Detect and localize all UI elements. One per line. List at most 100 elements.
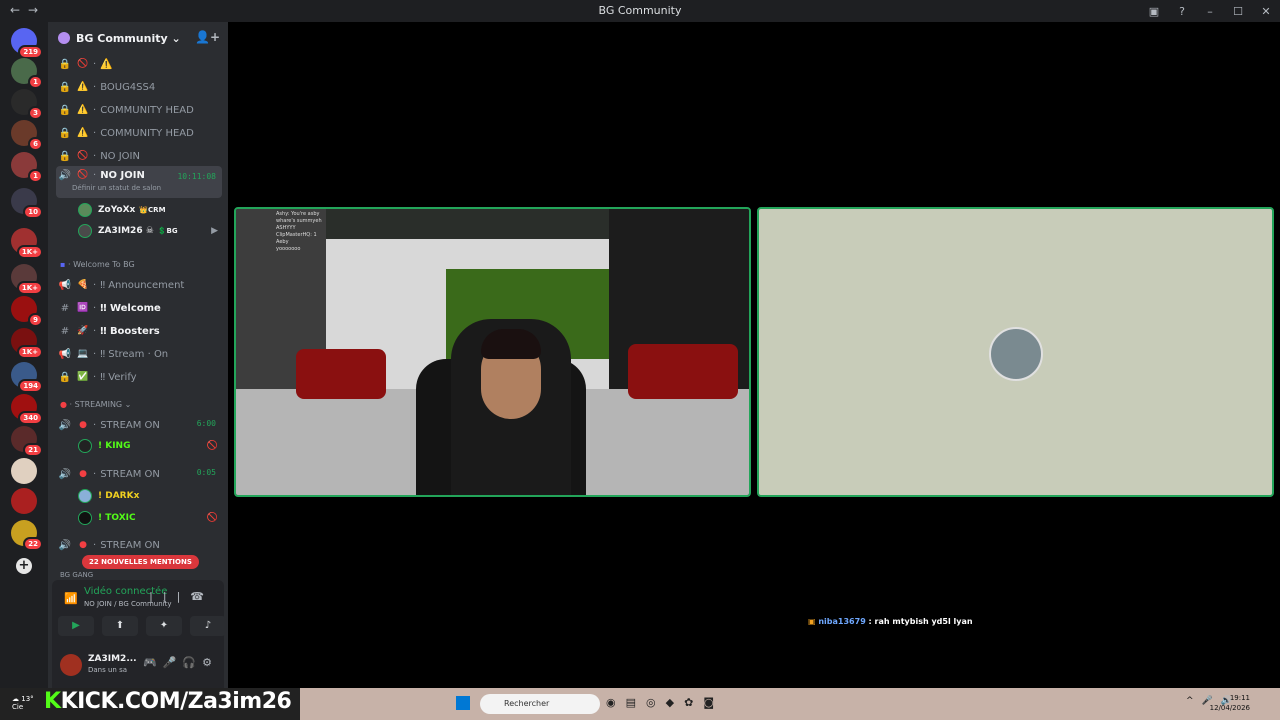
server-icon[interactable]: 1K+	[11, 264, 43, 295]
chatgpt-icon[interactable]: ✿	[684, 696, 703, 709]
weather-widget[interactable]: ☁ 13° Cie	[12, 695, 34, 711]
screenshare-button[interactable]: ⬆	[102, 616, 138, 636]
server-icon[interactable]: 340	[11, 394, 43, 425]
inbox-icon[interactable]: ▣	[1140, 5, 1168, 18]
channel-item[interactable]: 🔒 🚫 · ⚠️	[56, 54, 222, 74]
channel-status[interactable]: Définir un statut de salon	[72, 184, 161, 192]
server-icon[interactable]: 9	[11, 296, 43, 327]
mention-badge: 21	[23, 443, 43, 457]
server-icon[interactable]: 1	[11, 152, 43, 183]
avatar[interactable]	[60, 654, 82, 676]
maximize-button[interactable]: ☐	[1224, 5, 1252, 18]
soundboard-button[interactable]: ♪	[190, 616, 226, 636]
chat-username: niba13679	[818, 617, 866, 626]
server-icon[interactable]: 219	[11, 28, 43, 59]
server-icon[interactable]: 1K+	[11, 328, 43, 359]
channel-item[interactable]: # 🚀 · ‼ Boosters	[56, 321, 222, 341]
channel-name: BOUG4SS4	[100, 81, 156, 93]
channel-item[interactable]: 🔒 ⚠️ · COMMUNITY HEAD	[56, 123, 222, 143]
voice-user[interactable]: ! DARKx	[78, 486, 218, 506]
mention-badge: 3	[28, 106, 43, 120]
server-icon[interactable]	[11, 458, 37, 484]
avatar	[78, 439, 92, 453]
server-list: 219 1 3 6 1 10 1K+ 1K+ 9 1K+ 194 340 21 22 +	[0, 22, 48, 688]
category-streaming[interactable]: ● · STREAMING ⌄	[60, 400, 131, 409]
channel-item[interactable]: 🔒 ⚠️ · BOUG4SS4	[56, 77, 222, 97]
video-tile-avatar[interactable]	[757, 207, 1274, 497]
guild-name: BG Community	[76, 31, 168, 45]
new-mentions-pill[interactable]: 22 NOUVELLES MENTIONS	[82, 555, 199, 569]
server-icon[interactable]: 22	[11, 520, 43, 551]
brave-icon[interactable]: ◆	[666, 696, 684, 709]
activities-button[interactable]: ✦	[146, 616, 182, 636]
channel-item[interactable]: # 🆔 · ‼ Welcome	[56, 298, 222, 318]
active-channel[interactable]: 🔊 🚫 · NO JOIN 10:11:08 Définir un statut…	[56, 166, 222, 198]
speaker-icon: 🔊	[58, 170, 72, 181]
voice-user[interactable]: ZA3IM26 ☠ 💲BG ▶	[78, 221, 218, 241]
folder-icon[interactable]: ▤	[626, 696, 646, 709]
game-icon[interactable]: 🎮	[143, 656, 163, 669]
video-frame-sofa	[296, 349, 386, 399]
mic-icon[interactable]: 🎤	[163, 656, 183, 669]
server-icon[interactable]: 1K+	[11, 228, 43, 259]
voice-buttons: ▶ ⬆ ✦ ♪	[58, 616, 226, 636]
guild-header[interactable]: BG Community ⌄ 👤+	[48, 22, 228, 54]
server-icon[interactable]: 21	[11, 426, 43, 457]
voice-user[interactable]: ! KING 🚫	[78, 436, 218, 456]
voice-channel-stream[interactable]: 🔊 ● · STREAM ON 0:05	[56, 464, 222, 484]
channel-item[interactable]: 🔒 ⚠️ · COMMUNITY HEAD	[56, 100, 222, 120]
camera-button[interactable]: ▶	[58, 616, 94, 636]
gear-icon[interactable]: ⚙	[202, 656, 218, 669]
server-icon[interactable]: 1	[11, 58, 43, 89]
server-icon[interactable]	[11, 488, 37, 514]
channel-item[interactable]: 🔒 🚫 · NO JOIN	[56, 146, 222, 166]
windows-start-icon[interactable]	[456, 696, 470, 710]
weather-temp: 13°	[21, 695, 34, 703]
voice-user[interactable]: ZoYoXx 👑CRM	[78, 200, 218, 220]
category-gang[interactable]: BG GANG	[60, 571, 93, 579]
discord-icon[interactable]: ◙	[703, 696, 724, 709]
my-username[interactable]: ZA3IM2...	[88, 654, 137, 664]
voice-channel-stream[interactable]: 🔊 ● · STREAM ON 6:00	[56, 415, 222, 435]
headphones-icon[interactable]: 🎧	[182, 656, 202, 669]
voice-user[interactable]: ! TOXIC 🚫	[78, 508, 218, 528]
server-icon[interactable]: 194	[11, 362, 43, 393]
disconnect-icon[interactable]: ☎	[190, 590, 214, 603]
search-input[interactable]: Rechercher	[480, 694, 600, 714]
clock[interactable]: 19:11 12/04/2026	[1210, 693, 1250, 713]
channel-name: STREAM ON	[100, 468, 160, 480]
lock-icon: 🔒	[58, 58, 72, 70]
video-tile-stream[interactable]: Ashy: You're asby whare's summyeh ASHYYY Cl…	[234, 207, 751, 497]
user-name: ZoYoXx	[98, 205, 136, 215]
help-icon[interactable]: ?	[1168, 5, 1196, 18]
server-icon[interactable]: 10	[11, 188, 43, 219]
steam-icon[interactable]: ◎	[646, 696, 666, 709]
signal-icon[interactable]: 📶	[64, 592, 78, 605]
window-title: BG Community	[598, 4, 682, 17]
add-server-icon[interactable]: +	[16, 558, 32, 574]
user-name: ZA3IM26 ☠	[98, 226, 154, 236]
voice-channel-stream[interactable]: 🔊 ● · STREAM ON	[56, 535, 222, 555]
channel-type-icon: #	[60, 325, 70, 337]
channel-item[interactable]: 📢 💻 · ‼ Stream · On	[56, 344, 222, 364]
channel-sidebar: BG Community ⌄ 👤+ 🔒 🚫 · ⚠️ 🔒 ⚠️ · BOUG4SS4 🔒 ⚠️ · C…	[48, 22, 228, 688]
minimize-button[interactable]: –	[1196, 5, 1224, 18]
channel-item[interactable]: 📢 🍕 · ‼ Announcement	[56, 275, 222, 295]
edge-icon[interactable]: ◉	[606, 696, 626, 709]
chevron-up-icon[interactable]: ^	[1186, 696, 1202, 706]
server-icon[interactable]: 6	[11, 120, 43, 151]
user-tag: 👑CRM	[139, 206, 166, 214]
active-channel-name: NO JOIN	[100, 170, 145, 181]
speaker-icon: 🔊	[58, 539, 72, 551]
weather-label: Cie	[12, 703, 24, 711]
channel-emoji: 🚫	[77, 59, 89, 69]
stream-chat-message: ▣ niba13679 : rah mtybish yd5l lyan	[808, 617, 973, 626]
server-icon[interactable]: 3	[11, 89, 43, 120]
invite-icon[interactable]: 👤+	[195, 30, 220, 44]
noise-icon[interactable]: |||	[149, 590, 190, 603]
category-welcome[interactable]: ▪ · Welcome To BG	[60, 260, 135, 269]
voice-actions: |||☎	[149, 590, 214, 603]
channel-item[interactable]: 🔒 ✅ · ‼ Verify	[56, 367, 222, 387]
channel-emoji: 🚫	[77, 151, 89, 161]
close-button[interactable]: ✕	[1252, 5, 1280, 18]
